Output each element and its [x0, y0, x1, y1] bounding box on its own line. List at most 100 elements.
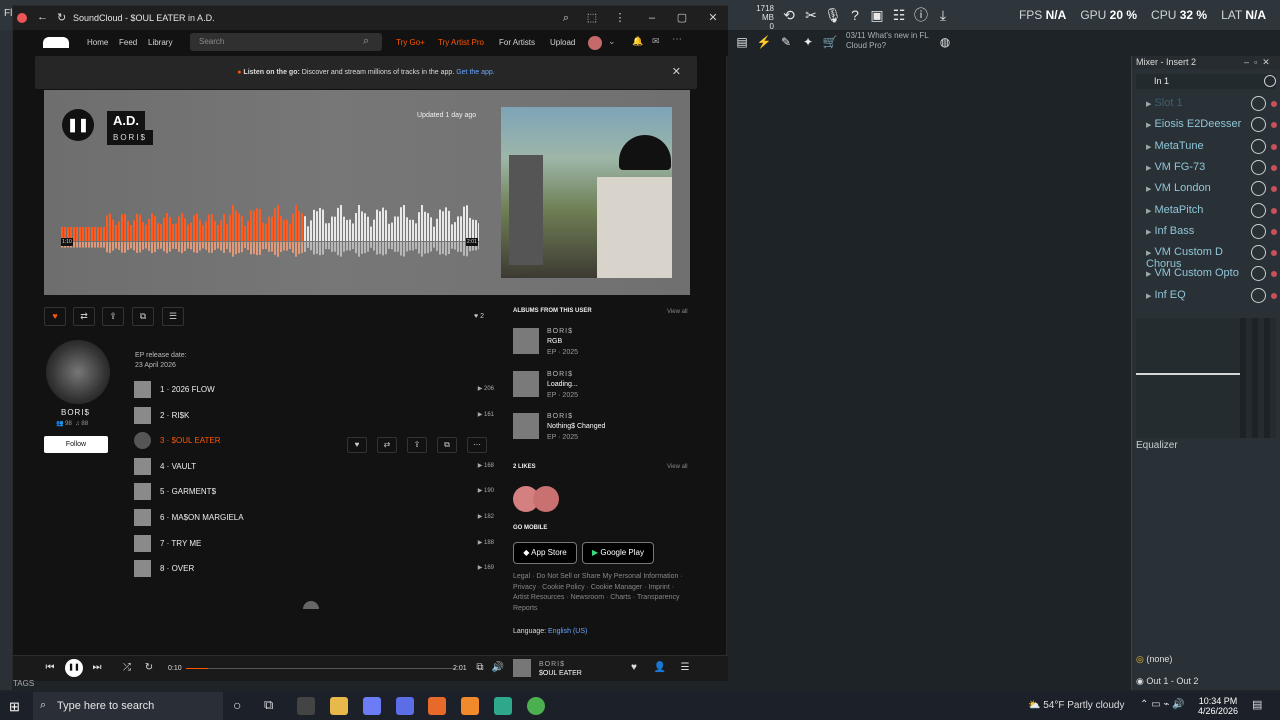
user-avatar[interactable]: [46, 340, 110, 404]
slot-enable-led[interactable]: [1271, 122, 1277, 129]
mixer-output[interactable]: ◉ Out 1 - Out 2: [1136, 676, 1198, 687]
plugin-icon[interactable]: ⚡: [755, 33, 773, 51]
taskbar-clock[interactable]: 10:34 PM 4/26/2026: [1198, 696, 1238, 716]
cut-icon[interactable]: ✂: [802, 6, 820, 24]
save-icon[interactable]: ▣: [868, 6, 886, 24]
search-input[interactable]: Search: [190, 33, 382, 51]
reload-icon[interactable]: ↻: [57, 11, 66, 24]
mixer-slot[interactable]: ▶ VM London: [1136, 180, 1254, 198]
slot-mix-knob[interactable]: [1251, 223, 1266, 239]
mixer-slot[interactable]: ▶ Slot 1: [1136, 95, 1254, 113]
file-icon[interactable]: ▤: [733, 33, 751, 51]
discord-icon[interactable]: [363, 697, 381, 715]
for-artists-link[interactable]: For Artists: [499, 38, 535, 47]
download-icon[interactable]: ⤓: [934, 6, 952, 24]
nav-home[interactable]: Home: [87, 38, 108, 47]
more-icon[interactable]: ⋯: [672, 34, 682, 45]
undo-icon[interactable]: ⟲: [780, 6, 798, 24]
player-track-info[interactable]: BORI$ $OUL EATER: [539, 660, 582, 678]
taskbar-search[interactable]: Type here to search: [33, 692, 223, 720]
album-item[interactable]: BORI$ RGB EP · 2025: [513, 328, 663, 358]
chrome-icon[interactable]: [527, 697, 545, 715]
soundcloud-logo-icon[interactable]: [43, 37, 69, 48]
help-icon[interactable]: ?: [846, 6, 864, 24]
shuffle-icon[interactable]: ⤮: [120, 661, 134, 675]
repeat-icon[interactable]: ↻: [142, 661, 156, 675]
likes-avatars[interactable]: [513, 486, 563, 512]
menu-icon[interactable]: ⋮: [609, 10, 631, 26]
info-icon[interactable]: ⓘ: [912, 6, 930, 24]
copy-link-button[interactable]: ⧉: [132, 307, 154, 326]
task-view-icon[interactable]: ⧉: [264, 697, 273, 713]
maximize-icon[interactable]: ▢: [671, 10, 693, 26]
mixer-slot[interactable]: ▶ MetaPitch: [1136, 202, 1254, 220]
slot-mix-knob[interactable]: [1251, 202, 1266, 218]
next-icon[interactable]: ⏭: [90, 661, 104, 675]
globe-icon[interactable]: ◍: [936, 33, 954, 51]
get-app-link[interactable]: Get the app.: [456, 69, 495, 76]
weather-widget[interactable]: ⛅ 54°F Partly cloudy: [1028, 700, 1125, 711]
app-icon-4[interactable]: [494, 697, 512, 715]
app-icon-1[interactable]: [297, 697, 315, 715]
mixer-slot[interactable]: ▶ VM Custom D Chorus: [1136, 244, 1254, 270]
extensions-icon[interactable]: ⬚: [581, 10, 603, 26]
mixer-window-controls[interactable]: – ▫ ✕: [1244, 57, 1270, 68]
bell-icon[interactable]: 🔔: [632, 36, 643, 47]
user-name[interactable]: BORI$: [61, 408, 90, 417]
language-select[interactable]: Language: English (US): [513, 628, 587, 635]
close-banner-icon[interactable]: ✕: [672, 56, 681, 89]
fader-track-1[interactable]: [1240, 318, 1246, 438]
minimize-icon[interactable]: –: [641, 10, 663, 26]
track-more-button[interactable]: ⋯: [467, 437, 487, 453]
track-row[interactable]: 5 · GARMENT$ ▶ 190: [134, 482, 494, 502]
file-explorer-icon[interactable]: [330, 697, 348, 715]
slot-enable-led[interactable]: [1271, 207, 1277, 214]
slot-mix-knob[interactable]: [1251, 117, 1266, 133]
album-item[interactable]: BORI$ Nothing$ Changed EP · 2025: [513, 413, 663, 443]
mixer-slot[interactable]: ▶ VM Custom Opto: [1136, 265, 1254, 283]
slot-enable-led[interactable]: [1271, 186, 1277, 193]
track-row[interactable]: 2 · RI$K ▶ 161: [134, 406, 494, 426]
mixer-slot[interactable]: ▶ Inf Bass: [1136, 223, 1254, 241]
slot-mix-knob[interactable]: [1251, 287, 1266, 303]
notifications-icon[interactable]: ▤: [1252, 698, 1262, 711]
avatar[interactable]: [588, 36, 602, 50]
zoom-icon[interactable]: ⌕: [555, 10, 577, 26]
upload-link[interactable]: Upload: [550, 38, 575, 47]
mixer-slot[interactable]: ▶ Eiosis E2Deesser: [1136, 116, 1254, 134]
system-tray-icons[interactable]: ⌃ ▭ ⌁ 🔊: [1140, 699, 1185, 710]
track-row[interactable]: 6 · MA$ON MARGIELA ▶ 182: [134, 508, 494, 528]
slot-enable-led[interactable]: [1271, 228, 1277, 235]
track-row[interactable]: 8 · OVER ▶ 169: [134, 559, 494, 579]
track-copy-button[interactable]: ⧉: [437, 437, 457, 453]
try-artist-pro-link[interactable]: Try Artist Pro: [438, 38, 484, 47]
google-play-button[interactable]: ▶ Google Play: [582, 542, 654, 564]
waveform[interactable]: [61, 205, 479, 261]
repost-button[interactable]: ⇄: [73, 307, 95, 326]
previous-icon[interactable]: ⏮: [43, 661, 57, 675]
track-row[interactable]: 1 · 2026 FLOW ▶ 206: [134, 380, 494, 400]
slot-mix-knob[interactable]: [1251, 181, 1266, 197]
slot-mix-knob[interactable]: [1251, 159, 1266, 175]
fl-news-link[interactable]: 03/11 What's new in FL Cloud Pro?: [846, 31, 936, 51]
player-artwork[interactable]: [513, 659, 531, 677]
track-repost-button[interactable]: ⇄: [377, 437, 397, 453]
cortana-icon[interactable]: ○: [233, 697, 241, 713]
fl-studio-icon[interactable]: [461, 697, 479, 715]
likes-view-all[interactable]: View all: [667, 464, 688, 470]
follow-user-icon[interactable]: 👤: [653, 661, 667, 675]
try-go-link[interactable]: Try Go+: [396, 38, 425, 47]
albums-view-all[interactable]: View all: [667, 309, 688, 315]
back-icon[interactable]: ←: [37, 11, 48, 23]
nav-library[interactable]: Library: [148, 38, 172, 47]
app-store-button[interactable]: ◆ App Store: [513, 542, 577, 564]
mixer-slot[interactable]: ▶ MetaTune: [1136, 138, 1254, 156]
footer-links[interactable]: Legal · Do Not Sell or Share My Personal…: [513, 572, 691, 615]
mixer-faders[interactable]: [1136, 318, 1276, 438]
track-row[interactable]: 4 · VAULT ▶ 168: [134, 457, 494, 477]
mini-player-icon[interactable]: ⧉: [473, 661, 487, 675]
fader-track-2[interactable]: [1252, 318, 1258, 438]
nav-feed[interactable]: Feed: [119, 38, 137, 47]
track-artist[interactable]: BORI$: [107, 130, 154, 145]
volume-icon[interactable]: 🔊: [491, 661, 505, 675]
